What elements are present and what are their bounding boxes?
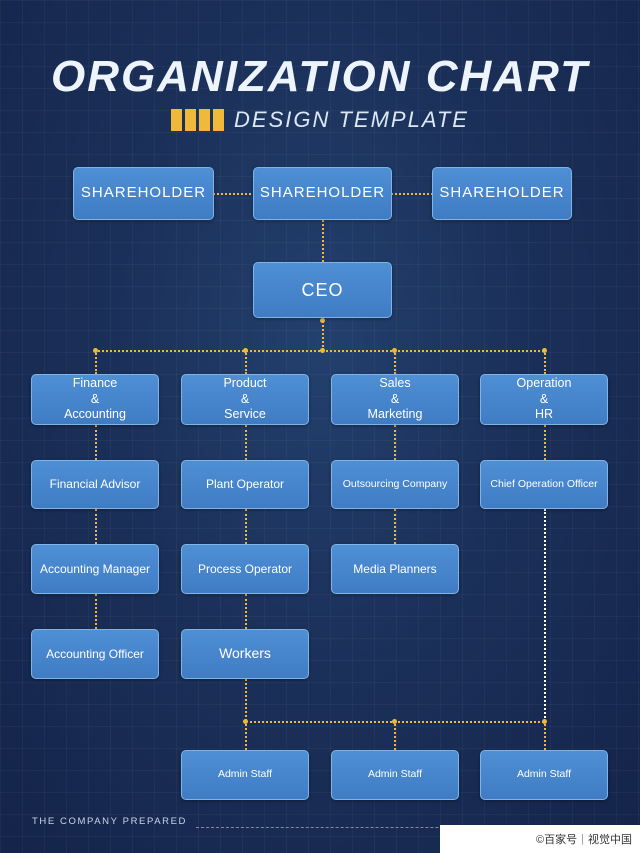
connector-product-1 (245, 425, 247, 460)
connector-admin-1 (245, 721, 247, 750)
connector-admin-2 (394, 721, 396, 750)
watermark-right: 视觉中国 (588, 834, 632, 846)
node-shareholder-center[interactable]: SHAREHOLDER (253, 167, 392, 220)
node-workers[interactable]: Workers (181, 629, 309, 679)
node-admin-staff-2[interactable]: Admin Staff (331, 750, 459, 800)
node-media-planners[interactable]: Media Planners (331, 544, 459, 594)
junction-dot-bus-operation (542, 348, 547, 353)
node-shareholder-right[interactable]: SHAREHOLDER (432, 167, 572, 220)
node-process-operator[interactable]: Process Operator (181, 544, 309, 594)
connector-sales-2 (394, 509, 396, 544)
junction-dot-bus-sales (392, 348, 397, 353)
connector-shareholder-to-ceo (322, 220, 324, 262)
node-accounting-manager[interactable]: Accounting Manager (31, 544, 159, 594)
connector-bus-sales (394, 350, 396, 374)
node-outsourcing-company[interactable]: Outsourcing Company (331, 460, 459, 509)
watermark-left: ©百家号 (536, 834, 578, 846)
junction-dot-admin-sales (392, 719, 397, 724)
node-admin-staff-1[interactable]: Admin Staff (181, 750, 309, 800)
subtitle-row: DESIGN TEMPLATE (0, 107, 640, 133)
connector-bus-product (245, 350, 247, 374)
connector-admin-3 (544, 721, 546, 750)
connector-bus-operation (544, 350, 546, 374)
connector-finance-3 (95, 594, 97, 629)
connector-operation-to-admin (544, 509, 546, 722)
connector-shareholder-right (387, 193, 433, 195)
page-title: ORGANIZATION CHART (51, 52, 589, 101)
org-chart-poster: ORGANIZATION CHART DESIGN TEMPLATE SHARE… (0, 0, 640, 853)
connector-finance-1 (95, 425, 97, 460)
page-subtitle: DESIGN TEMPLATE (234, 107, 469, 132)
node-plant-operator[interactable]: Plant Operator (181, 460, 309, 509)
junction-dot-bus-center (320, 348, 325, 353)
junction-dot-ceo (320, 318, 325, 323)
node-dept-finance[interactable]: Finance & Accounting (31, 374, 159, 425)
node-financial-advisor[interactable]: Financial Advisor (31, 460, 159, 509)
connector-workers-down (245, 679, 247, 721)
node-accounting-officer[interactable]: Accounting Officer (31, 629, 159, 679)
connector-product-2 (245, 509, 247, 544)
node-dept-operation[interactable]: Operation & HR (480, 374, 608, 425)
junction-dot-admin-operation (542, 719, 547, 724)
junction-dot-bus-product (243, 348, 248, 353)
node-dept-sales[interactable]: Sales & Marketing (331, 374, 459, 425)
node-chief-operation-officer[interactable]: Chief Operation Officer (480, 460, 608, 509)
node-dept-product[interactable]: Product & Service (181, 374, 309, 425)
connector-finance-2 (95, 509, 97, 544)
footer-note: THE COMPANY PREPARED (32, 816, 187, 827)
connector-product-3 (245, 594, 247, 629)
node-shareholder-left[interactable]: SHAREHOLDER (73, 167, 214, 220)
node-admin-staff-3[interactable]: Admin Staff (480, 750, 608, 800)
junction-dot-admin-product (243, 719, 248, 724)
accent-bars-icon (171, 109, 225, 131)
connector-bus-finance (95, 350, 97, 374)
junction-dot-bus-finance (93, 348, 98, 353)
watermark-separator: | (581, 833, 584, 845)
connector-sales-1 (394, 425, 396, 460)
connector-operation-1 (544, 425, 546, 460)
watermark: ©百家号 | 视觉中国 (440, 825, 640, 853)
node-ceo[interactable]: CEO (253, 262, 392, 318)
